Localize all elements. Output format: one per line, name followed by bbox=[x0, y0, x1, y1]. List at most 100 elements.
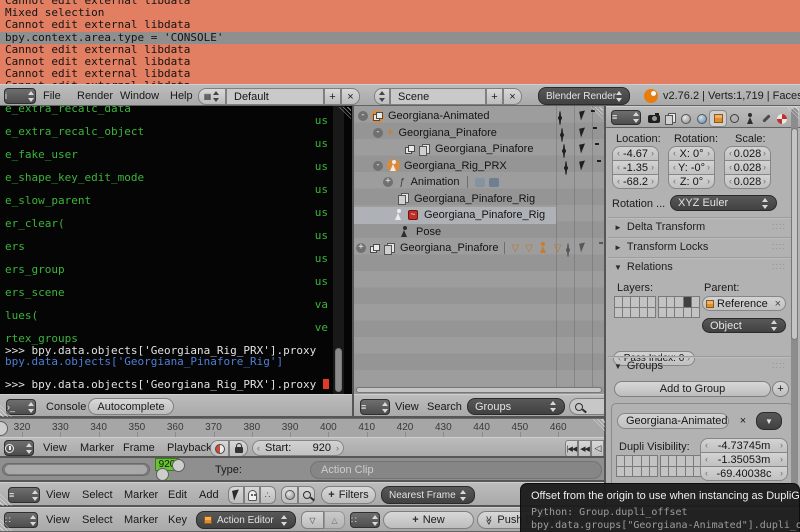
editor-type-button-outliner[interactable]: ≡ bbox=[360, 399, 390, 415]
restrict-triangle-icon[interactable] bbox=[525, 242, 533, 254]
menu-add[interactable]: Add bbox=[199, 489, 219, 501]
collapse-icon[interactable]: - bbox=[373, 128, 383, 138]
layer-cell[interactable] bbox=[667, 297, 674, 307]
outliner-item-label[interactable]: Georgiana-Animated bbox=[388, 110, 490, 122]
layer-cell[interactable] bbox=[684, 308, 691, 318]
outliner-row-animation[interactable]: + ƒ Animation bbox=[354, 174, 606, 191]
console-scrollbar-thumb[interactable] bbox=[335, 348, 342, 392]
dupli-layers-grid-left[interactable] bbox=[616, 455, 658, 477]
menu-view[interactable]: View bbox=[395, 401, 419, 413]
group-specials-button[interactable]: ▼ bbox=[756, 412, 782, 430]
report-line[interactable]: Cannot edit external libdata bbox=[0, 19, 800, 31]
layer-cell[interactable] bbox=[669, 467, 676, 477]
layer-cell[interactable] bbox=[686, 467, 693, 477]
panel-delta-transform[interactable]: ►Delta Transform bbox=[614, 221, 705, 233]
layer-cell[interactable] bbox=[650, 467, 657, 477]
avsync-toggle[interactable] bbox=[210, 440, 229, 457]
filters-button[interactable]: +Filters bbox=[321, 486, 376, 504]
dupli-offset-y-field[interactable]: ‹-1.35053m› bbox=[700, 452, 788, 467]
group-name-field[interactable]: Georgiana-Animated bbox=[617, 413, 729, 429]
tab-world[interactable] bbox=[694, 111, 710, 126]
tab-physics[interactable] bbox=[774, 111, 790, 126]
add-scene-button[interactable]: + bbox=[486, 88, 503, 105]
menu-window[interactable]: Window bbox=[120, 90, 159, 102]
area-divider[interactable] bbox=[0, 416, 606, 418]
properties-scrollbar-thumb[interactable] bbox=[791, 128, 798, 340]
restrict-armature-icon[interactable] bbox=[539, 242, 548, 254]
report-line[interactable]: bpy.context.area.type = 'CONSOLE' bbox=[0, 32, 800, 44]
restrict-triangle-icon[interactable] bbox=[511, 242, 519, 254]
layer-cell[interactable] bbox=[650, 456, 657, 466]
layer-cell[interactable] bbox=[631, 297, 638, 307]
triangle-down-button[interactable]: ▽ bbox=[301, 511, 324, 529]
tab-object-data[interactable] bbox=[742, 111, 758, 126]
layer-cell[interactable] bbox=[684, 297, 691, 307]
menu-select[interactable]: Select bbox=[82, 489, 113, 501]
outliner-row-pose[interactable]: Pose bbox=[354, 224, 606, 241]
autocomplete-button[interactable]: Autocomplete bbox=[88, 398, 174, 415]
view-resize-handle[interactable] bbox=[172, 459, 185, 472]
triangle-up-button[interactable]: △ bbox=[324, 511, 345, 529]
dupli-offset-x-field[interactable]: ‹-4.73745m› bbox=[700, 438, 788, 453]
panel-transform-locks[interactable]: ►Transform Locks bbox=[614, 241, 708, 253]
timeline-ruler[interactable]: 3203303403503603703803904004104204304404… bbox=[0, 418, 606, 437]
layer-cell[interactable] bbox=[625, 467, 632, 477]
menu-marker[interactable]: Marker bbox=[124, 489, 158, 501]
tab-object[interactable] bbox=[710, 111, 726, 126]
tab-scene[interactable] bbox=[678, 111, 694, 126]
outliner-row-armature-data[interactable]: Georgiana_Pinafore_Rig bbox=[354, 191, 606, 208]
scale-z-field[interactable]: ‹0.028› bbox=[724, 174, 771, 189]
new-action-button[interactable]: +New bbox=[383, 511, 474, 529]
menu-render[interactable]: Render bbox=[77, 90, 113, 102]
editor-type-button-info[interactable]: i bbox=[4, 88, 36, 104]
menu-frame[interactable]: Frame bbox=[123, 442, 155, 454]
outliner-item-label[interactable]: Georgiana_Pinafore_Rig bbox=[414, 193, 535, 205]
menu-view[interactable]: View bbox=[46, 514, 70, 526]
eye-icon[interactable] bbox=[561, 128, 563, 142]
layer-cell[interactable] bbox=[675, 297, 682, 307]
ghost-toggle[interactable] bbox=[244, 486, 260, 504]
layer-cell[interactable] bbox=[617, 467, 624, 477]
outliner-search-field[interactable] bbox=[569, 398, 605, 415]
panel-grip[interactable]: :::: bbox=[772, 221, 786, 231]
zoom-tool-toggle[interactable] bbox=[298, 486, 315, 504]
frame-start-field[interactable]: ‹Start:920› bbox=[252, 440, 344, 456]
layer-cell[interactable] bbox=[623, 308, 630, 318]
layer-cell[interactable] bbox=[617, 456, 624, 466]
expand-icon[interactable]: + bbox=[356, 243, 366, 253]
report-line[interactable]: Cannot edit external libdata bbox=[0, 0, 800, 7]
layer-cell[interactable] bbox=[661, 467, 668, 477]
editor-type-button-timeline[interactable] bbox=[4, 440, 34, 456]
render-engine-dropdown[interactable]: Blender Render bbox=[538, 87, 630, 105]
python-console-editor[interactable]: e_extra_recalc_datause_extra_recalc_obje… bbox=[0, 106, 354, 394]
panel-groups[interactable]: ▼Groups bbox=[614, 360, 663, 372]
outliner-filter-dropdown[interactable]: Groups bbox=[467, 398, 565, 415]
add-to-group-button[interactable]: Add to Group bbox=[614, 381, 771, 397]
outliner-item-label[interactable]: Georgiana_Rig_PRX bbox=[404, 160, 507, 172]
layer-cell[interactable] bbox=[640, 308, 647, 318]
tab-render[interactable] bbox=[646, 111, 662, 126]
area-divider[interactable] bbox=[604, 106, 606, 532]
scale-y-field[interactable]: ‹0.028› bbox=[724, 160, 771, 175]
parent-type-dropdown[interactable]: Object bbox=[702, 318, 786, 333]
snap-mode-dropdown[interactable]: Nearest Frame bbox=[381, 486, 475, 504]
outliner-item-label[interactable]: Georgiana_Pinafore bbox=[400, 242, 498, 254]
lock-toggle[interactable] bbox=[229, 440, 248, 457]
collapse-icon[interactable]: - bbox=[373, 161, 383, 171]
outliner-row-group[interactable]: - Georgiana-Animated bbox=[354, 108, 606, 125]
layers-grid-left[interactable] bbox=[614, 296, 656, 318]
play-reverse-button[interactable]: ◁ bbox=[591, 440, 604, 457]
expand-icon[interactable]: + bbox=[383, 177, 393, 187]
rotation-x-field[interactable]: ‹X: 0°› bbox=[668, 146, 715, 161]
editor-type-button-nla[interactable]: ≡ bbox=[8, 487, 40, 503]
close-layout-button[interactable]: × bbox=[341, 88, 360, 105]
strip-type-dropdown[interactable]: Action Clip bbox=[310, 461, 602, 479]
editor-type-button-console[interactable]: ›_ bbox=[6, 399, 36, 415]
scene-browse-button[interactable] bbox=[374, 88, 390, 105]
layer-cell[interactable] bbox=[675, 308, 682, 318]
menu-console[interactable]: Console bbox=[46, 401, 86, 413]
nla-strips-icon[interactable] bbox=[489, 178, 499, 187]
location-x-field[interactable]: ‹-4.67› bbox=[612, 146, 659, 161]
eye-icon[interactable] bbox=[559, 111, 561, 125]
menu-file[interactable]: File bbox=[43, 90, 61, 102]
